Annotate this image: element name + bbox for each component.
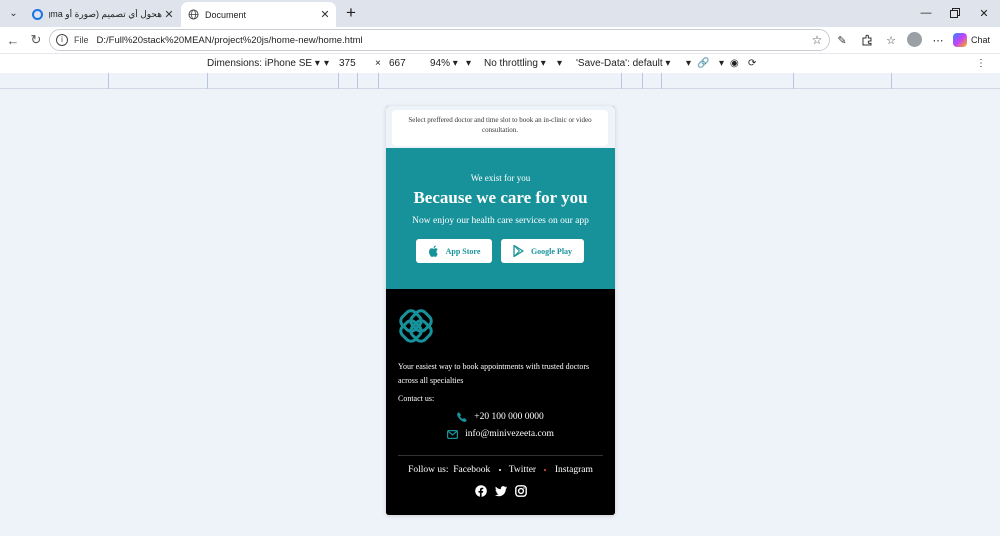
- social-links: Follow us: Facebook Twitter Instagram: [386, 465, 615, 475]
- google-play-label: Google Play: [530, 246, 573, 256]
- globe-icon: [187, 9, 199, 21]
- browser-toolbar: ← ↻ i File D:/Full%20stack%20MEAN/projec…: [0, 27, 1000, 53]
- zoom-select[interactable]: 94% ▾: [430, 58, 458, 69]
- intro-card: Select preffered doctor and time slot to…: [392, 110, 608, 146]
- save-data-select[interactable]: 'Save-Data': default ▾: [576, 58, 670, 69]
- reload-icon[interactable]: ↻: [27, 31, 45, 49]
- contact-phone[interactable]: +20 100 000 0000: [386, 412, 615, 422]
- footer-tagline: Your easiest way to book appointments wi…: [398, 362, 590, 385]
- rotate-icon[interactable]: ⟳: [748, 58, 756, 69]
- browser-tab-bar: ⌄ هحول أي تصميم (صورة أو Figma) إ... ✕ D…: [0, 0, 1000, 27]
- throttling-dropdown-icon[interactable]: ▾: [557, 58, 562, 69]
- device-dimensions-dropdown-icon[interactable]: ▾: [324, 58, 329, 69]
- twitter-link[interactable]: Twitter: [509, 465, 536, 475]
- tab-favicon-icon: [31, 9, 43, 21]
- profile-avatar[interactable]: [907, 32, 922, 47]
- favorites-icon[interactable]: ☆: [883, 33, 899, 47]
- site-footer: Your easiest way to book appointments wi…: [386, 289, 615, 515]
- copilot-chat-button[interactable]: Chat: [953, 32, 990, 48]
- twitter-icon[interactable]: [494, 485, 507, 497]
- width-input[interactable]: 375: [339, 58, 356, 69]
- instagram-link[interactable]: Instagram: [555, 465, 593, 475]
- dimensions-label: Dimensions: iPhone SE: [207, 58, 313, 69]
- intro-card-wrapper: Select preffered doctor and time slot to…: [386, 106, 615, 148]
- copilot-icon: [953, 33, 967, 47]
- email-address: info@minivezeeta.com: [465, 429, 554, 439]
- contact-label: Contact us:: [398, 394, 435, 403]
- more-menu-icon[interactable]: ⋯: [930, 33, 946, 47]
- phone-number: +20 100 000 0000: [474, 412, 544, 422]
- brand-logo-icon[interactable]: [397, 307, 435, 349]
- info-icon[interactable]: i: [56, 34, 68, 46]
- device-viewport: Select preffered doctor and time slot to…: [386, 106, 615, 515]
- google-play-icon: [513, 245, 524, 257]
- device-toolbar: Dimensions: iPhone SE ▾ ▾ 375 × 667 94% …: [0, 53, 1000, 73]
- zoom-dropdown-icon[interactable]: ▾: [466, 58, 471, 69]
- media-query-ruler: [0, 73, 1000, 89]
- tab-title: Document: [205, 9, 247, 20]
- address-bar[interactable]: i File D:/Full%20stack%20MEAN/project%20…: [49, 29, 830, 51]
- phone-icon: [457, 412, 467, 422]
- separator-dot: [544, 468, 547, 471]
- envelope-icon: [447, 429, 459, 439]
- follow-label: Follow us:: [408, 465, 449, 475]
- throttling-label: No throttling: [484, 58, 538, 69]
- device-dimensions-select[interactable]: Dimensions: iPhone SE ▾: [207, 58, 320, 69]
- eye-icon[interactable]: ◉: [730, 58, 739, 69]
- app-promo-section: We exist for you Because we care for you…: [386, 148, 615, 289]
- tab-search-button[interactable]: ⌄: [5, 5, 22, 22]
- hero-title: Because we care for you: [413, 188, 588, 207]
- extensions-icon[interactable]: [859, 33, 875, 47]
- throttling-select[interactable]: No throttling ▾: [484, 58, 546, 69]
- url-scheme: File: [74, 35, 89, 45]
- times-symbol: ×: [375, 58, 381, 69]
- separator-dot: [498, 468, 501, 471]
- minimize-button[interactable]: —: [911, 3, 941, 23]
- hero-eyebrow: We exist for you: [470, 173, 531, 183]
- hero-subtitle: Now enjoy our health care services on ou…: [412, 216, 589, 226]
- link-icon[interactable]: 🔗: [697, 58, 709, 69]
- contact-email[interactable]: info@minivezeeta.com: [386, 429, 615, 439]
- zoom-label: 94%: [430, 58, 451, 69]
- app-store-button[interactable]: App Store: [416, 239, 492, 263]
- save-data-dropdown-icon[interactable]: ▾: [686, 58, 691, 69]
- height-input[interactable]: 667: [389, 58, 406, 69]
- app-store-label: App Store: [445, 246, 481, 256]
- tab-close-icon[interactable]: ✕: [162, 8, 176, 22]
- instagram-icon[interactable]: [514, 485, 527, 497]
- bookmark-star-icon[interactable]: ☆: [809, 33, 825, 47]
- maximize-button[interactable]: [940, 3, 970, 23]
- devbar-more-icon[interactable]: ⋮: [976, 58, 986, 69]
- footer-divider: [398, 455, 603, 456]
- social-icons: [386, 485, 615, 497]
- google-play-button[interactable]: Google Play: [501, 239, 584, 263]
- tab-figma-design[interactable]: هحول أي تصميم (صورة أو Figma) إ... ✕: [25, 2, 180, 27]
- tab-close-icon[interactable]: ✕: [318, 8, 332, 22]
- new-tab-button[interactable]: +: [342, 4, 360, 22]
- pen-icon[interactable]: ✎: [834, 33, 850, 47]
- facebook-link[interactable]: Facebook: [453, 465, 490, 475]
- intro-text: Select preffered doctor and time slot to…: [408, 116, 592, 134]
- facebook-icon[interactable]: [474, 485, 487, 497]
- tab-document[interactable]: Document ✕: [181, 2, 336, 27]
- tab-title: هحول أي تصميم (صورة أو Figma) إ...: [49, 9, 162, 19]
- back-arrow-icon[interactable]: ←: [4, 31, 22, 49]
- chat-label: Chat: [971, 35, 991, 45]
- apple-icon: [428, 245, 438, 257]
- url-text[interactable]: D:/Full%20stack%20MEAN/project%20js/home…: [97, 35, 809, 46]
- sensor-dropdown-icon[interactable]: ▾: [719, 58, 724, 69]
- close-window-button[interactable]: ✕: [969, 3, 999, 23]
- save-data-label: 'Save-Data': default: [576, 58, 663, 69]
